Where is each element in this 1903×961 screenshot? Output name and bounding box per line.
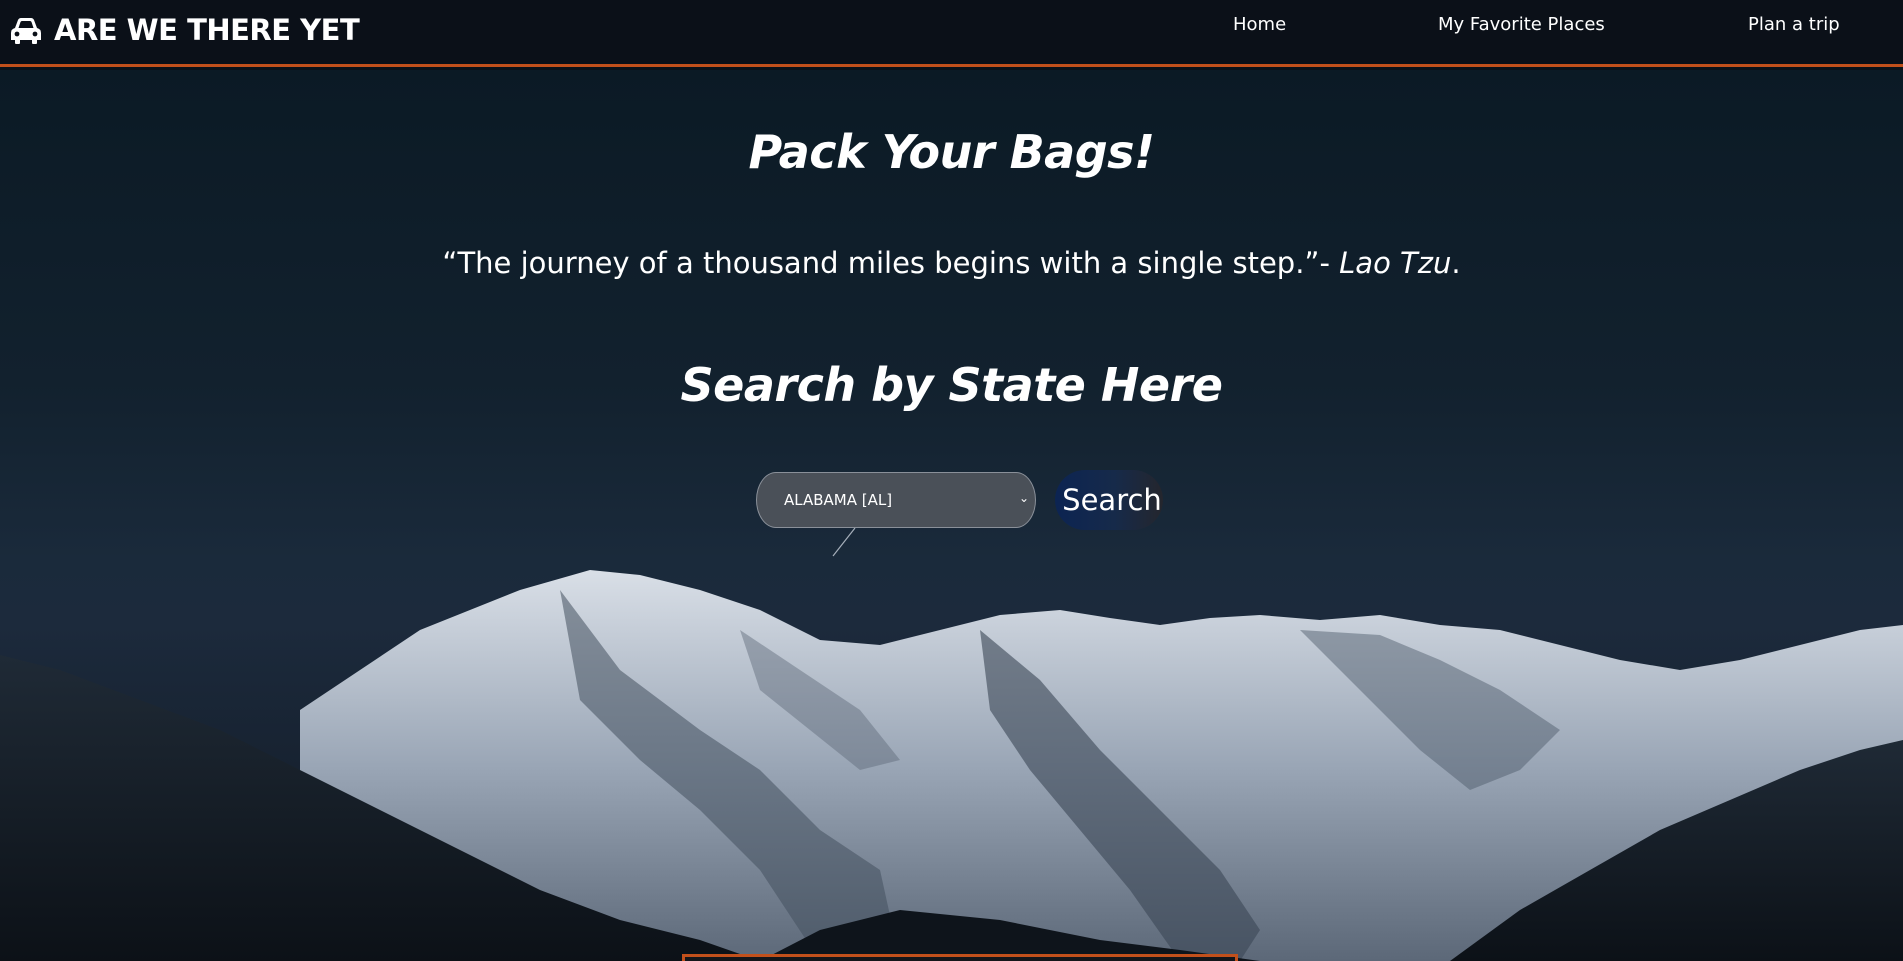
nav-home-link[interactable]: Home	[1233, 14, 1286, 35]
search-button[interactable]: Search	[1055, 470, 1163, 530]
quote-end: .	[1451, 246, 1461, 280]
page: ARE WE THERE YET Home My Favorite Places…	[0, 0, 1903, 961]
quote-author: Lao Tzu	[1339, 246, 1452, 280]
nav-favorite-places-link[interactable]: My Favorite Places	[1438, 14, 1605, 35]
brand-title: ARE WE THERE YET	[54, 13, 360, 47]
state-select[interactable]: ALABAMA [AL]	[756, 472, 1036, 528]
inspirational-quote: “The journey of a thousand miles begins …	[0, 243, 1903, 283]
search-heading: Search by State Here	[680, 358, 1223, 412]
car-icon	[11, 18, 41, 44]
nav-plan-trip-link[interactable]: Plan a trip	[1748, 14, 1840, 35]
navbar: ARE WE THERE YET Home My Favorite Places…	[0, 0, 1903, 67]
brand[interactable]: ARE WE THERE YET	[9, 12, 360, 48]
page-headline: Pack Your Bags!	[748, 125, 1155, 179]
quote-text: “The journey of a thousand miles begins …	[442, 246, 1340, 280]
results-panel-edge	[682, 954, 1238, 961]
